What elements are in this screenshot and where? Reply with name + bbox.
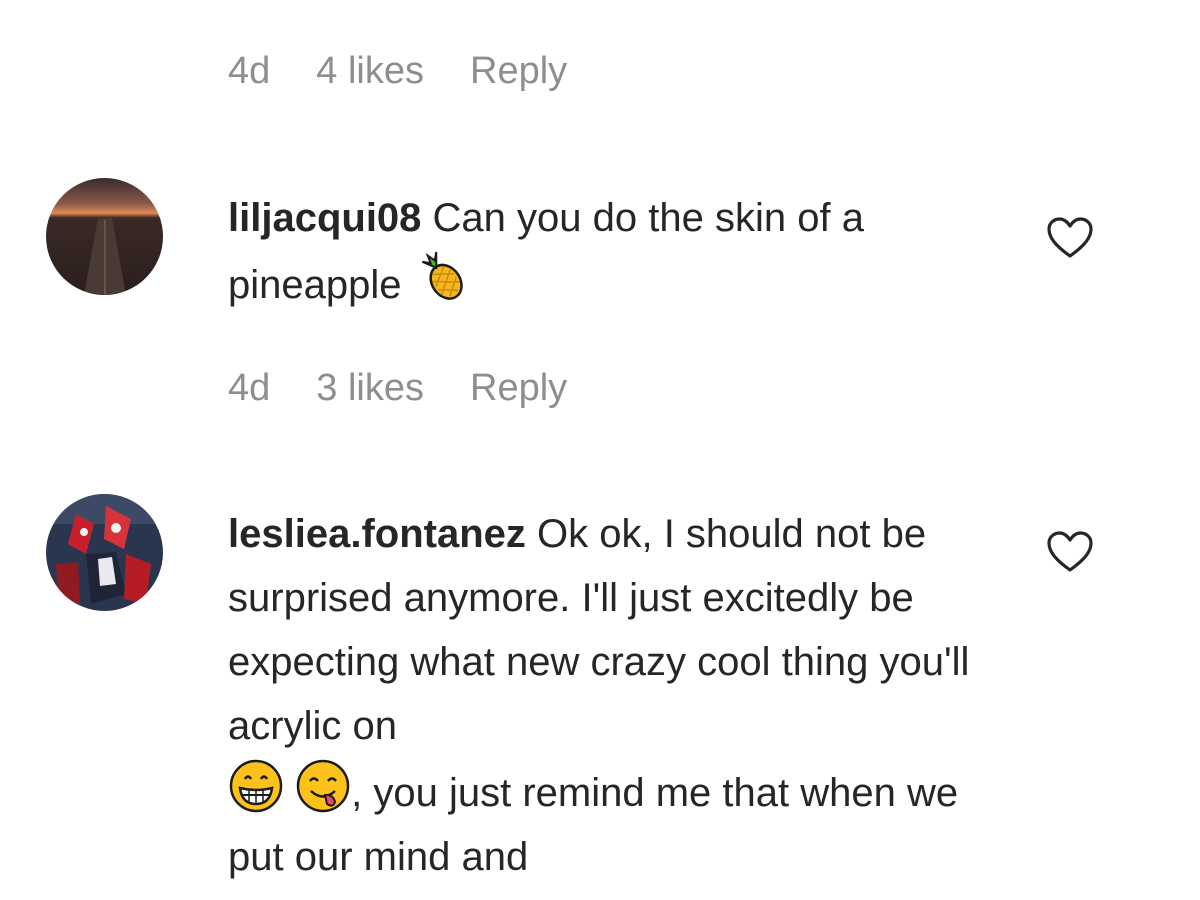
comment-likes-count[interactable]: 4 likes <box>316 52 424 90</box>
like-button[interactable] <box>1046 216 1094 260</box>
heart-outline-icon <box>1047 531 1093 572</box>
face-savoring-food-emoji-icon <box>295 758 351 814</box>
heart-outline-icon <box>1047 217 1093 258</box>
avatar[interactable] <box>46 494 163 611</box>
comment-likes-count[interactable]: 3 likes <box>316 369 424 407</box>
reply-button[interactable]: Reply <box>470 369 567 407</box>
comments-panel: 4d 4 likes Reply liljacqui08 Can you do … <box>0 0 1200 900</box>
avatar[interactable] <box>46 178 163 295</box>
comment-username[interactable]: liljacqui08 <box>228 196 421 240</box>
comment-meta-row: 4d 3 likes Reply <box>228 369 567 407</box>
like-button[interactable] <box>1046 530 1094 574</box>
comment-username[interactable]: lesliea.fontanez <box>228 512 526 556</box>
comment-age: 4d <box>228 50 271 92</box>
pineapple-emoji-icon <box>413 250 469 306</box>
spider-costume-avatar <box>46 494 163 611</box>
reply-button[interactable]: Reply <box>470 52 567 90</box>
comment-age: 4d <box>228 367 271 409</box>
sunset-road-avatar <box>46 178 163 295</box>
comment-text: lesliea.fontanez Ok ok, I should not be … <box>228 502 988 889</box>
comment-meta-row: 4d 4 likes Reply <box>228 52 567 90</box>
grinning-face-emoji-icon <box>228 758 284 814</box>
comment-text: liljacqui08 Can you do the skin of a pin… <box>228 186 988 317</box>
